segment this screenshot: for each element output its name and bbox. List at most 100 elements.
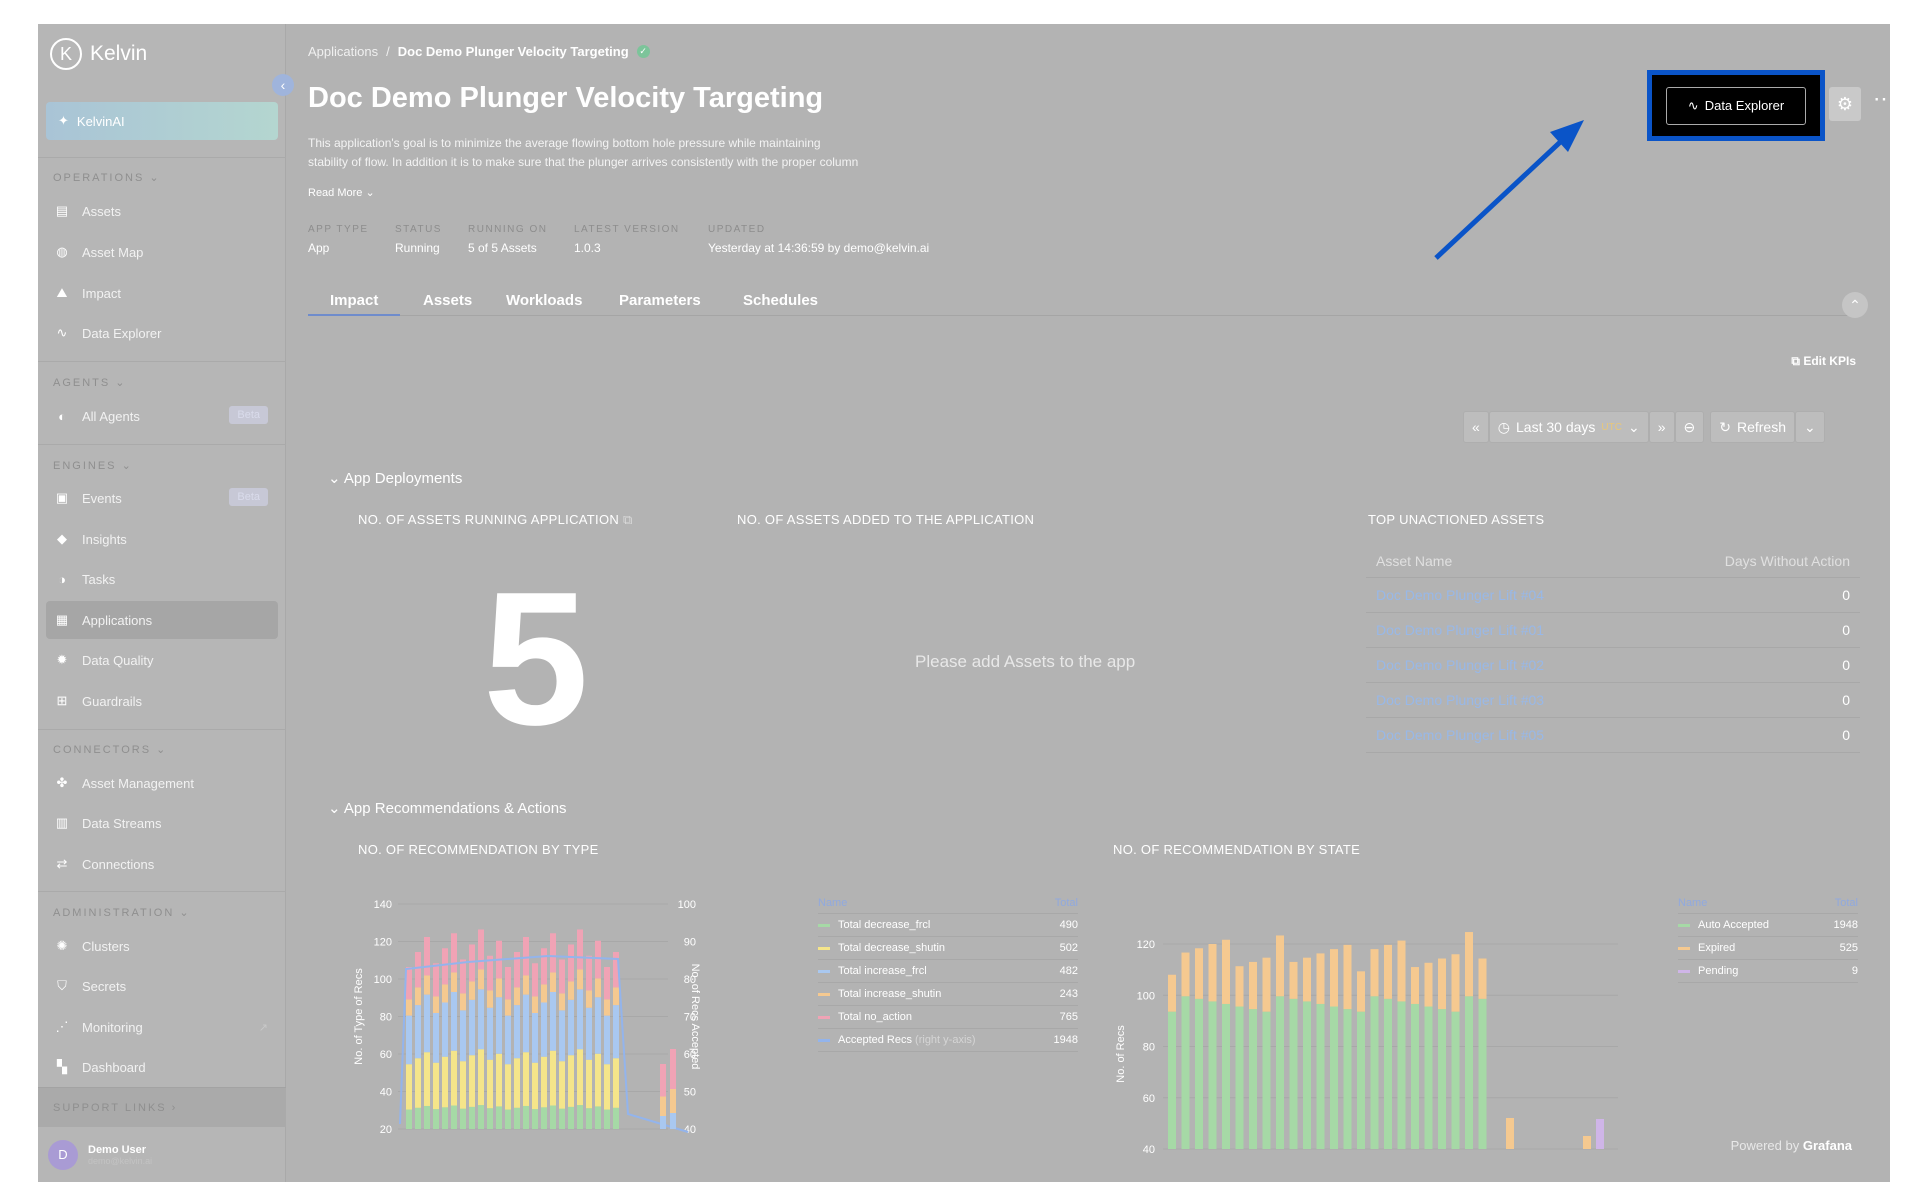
- sidebar-item-guardrails[interactable]: ⊞ Guardrails: [46, 682, 278, 720]
- chart-bar-segment: [460, 993, 466, 1011]
- chart-bar-segment: [541, 984, 547, 1003]
- sidebar-item-data-streams[interactable]: ▥ Data Streams: [46, 804, 278, 842]
- tab-assets[interactable]: Assets: [401, 286, 494, 316]
- sidebar-item-connections[interactable]: ⇄ Connections: [46, 845, 278, 883]
- agents-label[interactable]: AGENTS ⌄: [53, 376, 127, 389]
- administration-label[interactable]: ADMINISTRATION ⌄: [53, 906, 191, 919]
- chevron-left-icon: ‹: [280, 77, 286, 93]
- chart-bar-segment: [1384, 944, 1392, 999]
- chart-bar-segment: [1316, 953, 1325, 1004]
- tab-workloads[interactable]: Workloads: [484, 286, 604, 316]
- chart-bar-segment: [496, 1106, 502, 1129]
- sidebar-item-secrets[interactable]: ⛉ Secrets: [46, 967, 278, 1005]
- kelvin-logo[interactable]: K Kelvin: [50, 38, 147, 70]
- data-explorer-button[interactable]: ∿ Data Explorer: [1666, 86, 1806, 125]
- collapse-header-button[interactable]: ⌃: [1842, 292, 1868, 318]
- legend-item[interactable]: Auto Accepted 1948: [1678, 914, 1858, 937]
- sidebar-item-applications[interactable]: ▦ Applications: [46, 601, 278, 639]
- tag-icon: ◆: [57, 531, 67, 546]
- chart-bar-segment: [604, 967, 610, 1000]
- time-shift-back-button[interactable]: «: [1463, 411, 1489, 443]
- chart-bar-segment: [1438, 958, 1446, 1010]
- sidebar-item-data-explorer[interactable]: ∿ Data Explorer: [46, 314, 278, 352]
- y-tick-label: 100: [374, 974, 392, 986]
- breadcrumb-applications[interactable]: Applications: [308, 44, 378, 59]
- legend-item[interactable]: Total decrease_shutin 502: [818, 937, 1078, 960]
- time-shift-forward-button[interactable]: »: [1648, 411, 1675, 443]
- gear-icon: ⚙: [1836, 93, 1854, 114]
- legend-item[interactable]: Accepted Recs (right y-axis) 1948: [818, 1029, 1078, 1052]
- chart-bar-segment: [415, 1058, 421, 1108]
- chart-bar-segment: [1330, 949, 1338, 1007]
- chart-bar-segment: [505, 1109, 511, 1129]
- chart-bar-segment: [433, 1062, 439, 1110]
- sidebar-item-events[interactable]: ▣ Events Beta: [46, 479, 278, 517]
- zoom-out-button[interactable]: ⊖: [1674, 411, 1705, 443]
- sidebar-item-asset-management[interactable]: ✤ Asset Management: [46, 764, 278, 802]
- globe-icon: ◍: [56, 244, 68, 259]
- support-links[interactable]: SUPPORT LINKS ›: [38, 1087, 286, 1127]
- y-tick-label: 60: [1143, 1093, 1155, 1105]
- powered-by-grafana: Powered by Grafana: [1730, 1138, 1852, 1153]
- y-tick-label: 60: [380, 1049, 392, 1061]
- asset-link[interactable]: Doc Demo Plunger Lift #05: [1376, 727, 1544, 743]
- chart-bar-segment: [532, 996, 538, 1013]
- chart-bar-segment: [496, 997, 502, 1054]
- beta-badge: Beta: [229, 406, 268, 424]
- sidebar-item-tasks[interactable]: ◑ Tasks: [46, 560, 278, 598]
- asset-link[interactable]: Doc Demo Plunger Lift #01: [1376, 622, 1544, 638]
- sidebar-item-dashboard[interactable]: ▚ Dashboard: [46, 1048, 278, 1086]
- sidebar-item-insights[interactable]: ◆ Insights: [46, 520, 278, 558]
- chart-bar-segment: [451, 933, 457, 973]
- legend-item[interactable]: Expired 525: [1678, 937, 1858, 960]
- chart-bar-segment: [559, 1061, 565, 1109]
- empty-assets-message: Please add Assets to the app: [915, 652, 1136, 671]
- app-recommendations-header[interactable]: ⌄ App Recommendations & Actions: [328, 799, 567, 817]
- chart-bar-segment: [1168, 1011, 1176, 1149]
- chart-bar-segment: [442, 1107, 448, 1129]
- sidebar-item-impact[interactable]: ⛰ Impact: [46, 274, 278, 312]
- tab-schedules[interactable]: Schedules: [721, 286, 840, 316]
- chart-bar-segment: [577, 1105, 583, 1129]
- asset-link[interactable]: Doc Demo Plunger Lift #03: [1376, 692, 1544, 708]
- legend-item[interactable]: Total no_action 765: [818, 1006, 1078, 1029]
- legend-item[interactable]: Total decrease_frcl 490: [818, 914, 1078, 937]
- chart-bar-segment: [559, 993, 565, 1011]
- chart-bar-segment: [604, 1064, 610, 1110]
- connectors-label[interactable]: CONNECTORS ⌄: [53, 743, 167, 756]
- edit-kpis-button[interactable]: ⧉ Edit KPIs: [1791, 354, 1856, 369]
- tab-impact[interactable]: Impact: [308, 286, 401, 316]
- y-tick-label: 80: [380, 1012, 392, 1024]
- asset-link[interactable]: Doc Demo Plunger Lift #02: [1376, 657, 1544, 673]
- sidebar-item-asset-map[interactable]: ◍ Asset Map: [46, 233, 278, 271]
- chart-bar-segment: [1262, 957, 1271, 1012]
- more-options-button[interactable]: ⋯: [1873, 86, 1890, 112]
- refresh-interval-dropdown[interactable]: ⌄: [1795, 411, 1825, 443]
- sidebar-item-data-quality[interactable]: ✹ Data Quality: [46, 641, 278, 679]
- sidebar-item-clusters[interactable]: ✺ Clusters: [46, 927, 278, 965]
- chevron-down-icon: ⌄: [328, 470, 341, 487]
- kelvin-logo-icon: K: [50, 38, 82, 70]
- chart-bar-segment: [1384, 998, 1392, 1149]
- chart-bar-segment: [1370, 949, 1379, 997]
- kelvinai-button[interactable]: ✦ KelvinAI: [46, 102, 278, 140]
- sidebar-item-monitoring[interactable]: ⋰ Monitoring ↗: [46, 1008, 278, 1046]
- read-more-button[interactable]: Read More ⌄: [308, 186, 375, 199]
- tab-parameters[interactable]: Parameters: [597, 286, 723, 316]
- app-deployments-header[interactable]: ⌄ App Deployments: [328, 469, 462, 487]
- legend-item[interactable]: Total increase_shutin 243: [818, 983, 1078, 1006]
- settings-button[interactable]: ⚙: [1829, 87, 1861, 121]
- sidebar-item-assets[interactable]: ▤ Assets: [46, 192, 278, 230]
- collapse-sidebar-button[interactable]: ‹: [272, 74, 294, 96]
- sidebar-item-all-agents[interactable]: ◐ All Agents Beta: [46, 397, 278, 435]
- chart-bar-segment: [532, 1012, 538, 1063]
- engines-label[interactable]: ENGINES ⌄: [53, 459, 133, 472]
- legend-item[interactable]: Pending 9: [1678, 960, 1858, 983]
- user-menu[interactable]: D Demo User demo@kelvin.ai: [38, 1127, 286, 1182]
- time-range-picker[interactable]: ◷ Last 30 days UTC ⌄: [1488, 411, 1649, 443]
- operations-label[interactable]: OPERATIONS ⌄: [53, 171, 161, 184]
- asset-link[interactable]: Doc Demo Plunger Lift #04: [1376, 587, 1544, 603]
- refresh-button[interactable]: ↻ Refresh: [1710, 411, 1795, 443]
- legend-item[interactable]: Total increase_frcl 482: [818, 960, 1078, 983]
- chart-bar-segment: [433, 1012, 439, 1063]
